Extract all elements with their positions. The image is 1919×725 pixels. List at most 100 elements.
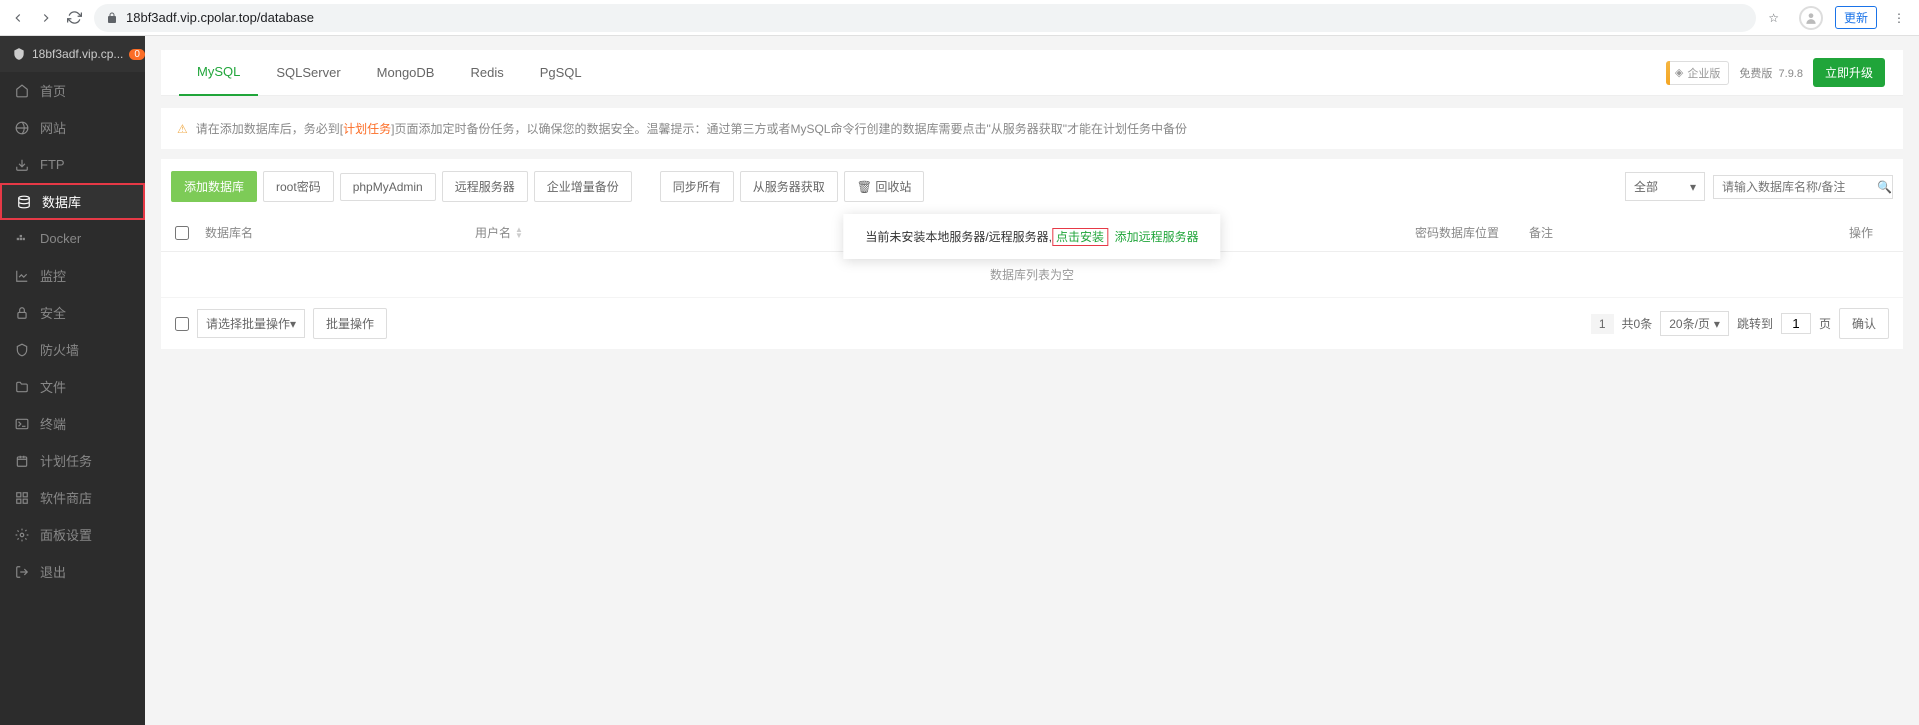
remote-server-button[interactable]: 远程服务器 [442,171,528,202]
alert-text: 请在添加数据库后，务必到[计划任务]页面添加定时备份任务，以确保您的数据安全。温… [196,120,1187,137]
table: 数据库名 用户名▲▼ 密码 数据库位置 备注 操作 当前未安装本地服务器/远程服… [161,214,1903,349]
toolbar-right: 全部▾ 🔍 [1625,172,1893,201]
add-db-button[interactable]: 添加数据库 [171,171,257,202]
sidebar-item-label: 监控 [40,266,66,285]
sidebar-item-security[interactable]: 安全 [0,294,145,331]
sidebar-item-cron[interactable]: 计划任务 [0,442,145,479]
table-footer: 请选择批量操作 ▾ 批量操作 1 共0条 20条/页 ▾ 跳转到 页 确认 [161,297,1903,349]
notification-badge[interactable]: 0 [129,49,145,60]
sidebar-item-firewall[interactable]: 防火墙 [0,331,145,368]
tab-redis[interactable]: Redis [452,50,521,96]
jump-input[interactable] [1781,313,1811,334]
page-number[interactable]: 1 [1591,314,1614,334]
confirm-button[interactable]: 确认 [1839,308,1889,339]
tab-mongodb[interactable]: MongoDB [359,50,453,96]
url-bar[interactable]: 18bf3adf.vip.cpolar.top/database [94,4,1756,32]
update-button[interactable]: 更新 [1835,6,1877,29]
th-user[interactable]: 用户名▲▼ [475,224,735,241]
gear-icon [14,527,30,543]
filter-label: 全部 [1634,178,1658,195]
tab-mysql[interactable]: MySQL [179,50,258,96]
batch-button[interactable]: 批量操作 [313,308,387,339]
popup-text: 当前未安装本地服务器/远程服务器, [865,230,1052,244]
sidebar-item-home[interactable]: 首页 [0,72,145,109]
sidebar-item-docker[interactable]: Docker [0,220,145,257]
sidebar-item-label: 退出 [40,562,66,581]
warning-icon: ⚠ [177,122,188,136]
sidebar-item-label: FTP [40,157,65,172]
sidebar-item-label: 防火墙 [40,340,79,359]
root-pwd-button[interactable]: root密码 [263,171,334,202]
sidebar-item-database[interactable]: 数据库 [0,183,145,220]
main: MySQL SQLServer MongoDB Redis PgSQL ◈企业版… [145,36,1919,725]
search-input[interactable] [1722,180,1877,194]
select-all-checkbox[interactable] [175,226,189,240]
toolbar: 添加数据库 root密码 phpMyAdmin 远程服务器 企业增量备份 同步所… [161,159,1903,214]
install-link[interactable]: 点击安装 [1052,228,1108,246]
version-text: 免费版 7.9.8 [1739,65,1803,81]
forward-icon[interactable] [38,10,54,26]
th-loc: 数据库位置 [1439,224,1529,241]
sidebar-item-label: 计划任务 [40,451,92,470]
star-icon[interactable]: ☆ [1768,11,1779,25]
sidebar-item-terminal[interactable]: 终端 [0,405,145,442]
sidebar-header: 18bf3adf.vip.cp... 0 [0,36,145,72]
install-popup: 当前未安装本地服务器/远程服务器,点击安装 添加远程服务器 [843,214,1220,259]
sidebar-item-settings[interactable]: 面板设置 [0,516,145,553]
shield-icon [14,342,30,358]
add-remote-link[interactable]: 添加远程服务器 [1115,230,1199,244]
trash-button[interactable]: 🗑 回收站 [844,171,925,202]
terminal-icon [14,416,30,432]
back-icon[interactable] [10,10,26,26]
per-page-select[interactable]: 20条/页 ▾ [1660,311,1729,336]
home-icon [14,83,30,99]
app: 18bf3adf.vip.cp... 0 首页 网站 FTP 数据库 Docke… [0,36,1919,725]
total-text: 共0条 [1622,315,1653,332]
shield-icon [12,46,26,62]
search-icon[interactable]: 🔍 [1877,180,1892,194]
chevron-down-icon: ▾ [1714,317,1720,331]
sidebar-item-ftp[interactable]: FTP [0,146,145,183]
batch-checkbox[interactable] [175,317,189,331]
search-box[interactable]: 🔍 [1713,175,1893,199]
th-op: 操作 [1849,224,1889,241]
host-text: 18bf3adf.vip.cp... [32,47,123,61]
ftp-icon [14,157,30,173]
sidebar-item-label: 文件 [40,377,66,396]
reload-icon[interactable] [66,10,82,26]
logout-icon [14,564,30,580]
tab-pgsql[interactable]: PgSQL [522,50,600,96]
upgrade-button[interactable]: 立即升级 [1813,58,1885,87]
sidebar-item-file[interactable]: 文件 [0,368,145,405]
enterprise-badge[interactable]: ◈企业版 [1666,61,1729,85]
menu-dots-icon[interactable]: ⋮ [1889,11,1909,25]
alert-link[interactable]: 计划任务 [343,122,391,136]
sidebar-item-monitor[interactable]: 监控 [0,257,145,294]
jump-label: 跳转到 [1737,315,1773,332]
sidebar-item-store[interactable]: 软件商店 [0,479,145,516]
avatar-icon[interactable] [1799,6,1823,30]
pma-button[interactable]: phpMyAdmin [340,173,436,201]
fetch-button[interactable]: 从服务器获取 [740,171,838,202]
sidebar-item-label: 面板设置 [40,525,92,544]
sync-all-button[interactable]: 同步所有 [660,171,734,202]
trash-icon: 🗑 [857,180,872,194]
clock-icon [14,453,30,469]
sidebar-item-logout[interactable]: 退出 [0,553,145,590]
tab-sqlserver[interactable]: SQLServer [258,50,358,96]
chevron-down-icon: ▾ [290,317,296,331]
th-pass: 密码 [1415,224,1439,241]
diamond-icon: ◈ [1675,66,1683,79]
tabs-bar: MySQL SQLServer MongoDB Redis PgSQL ◈企业版… [161,50,1903,96]
backup-button[interactable]: 企业增量备份 [534,171,632,202]
lock-icon [14,305,30,321]
batch-select[interactable]: 请选择批量操作 ▾ [197,309,305,338]
database-icon [16,194,32,210]
sidebar-item-website[interactable]: 网站 [0,109,145,146]
folder-icon [14,379,30,395]
sidebar-item-label: 数据库 [42,192,81,211]
filter-select[interactable]: 全部▾ [1625,172,1705,201]
tab-label: SQLServer [276,65,340,80]
th-note: 备注 [1529,224,1849,241]
th-name[interactable]: 数据库名 [205,224,475,241]
